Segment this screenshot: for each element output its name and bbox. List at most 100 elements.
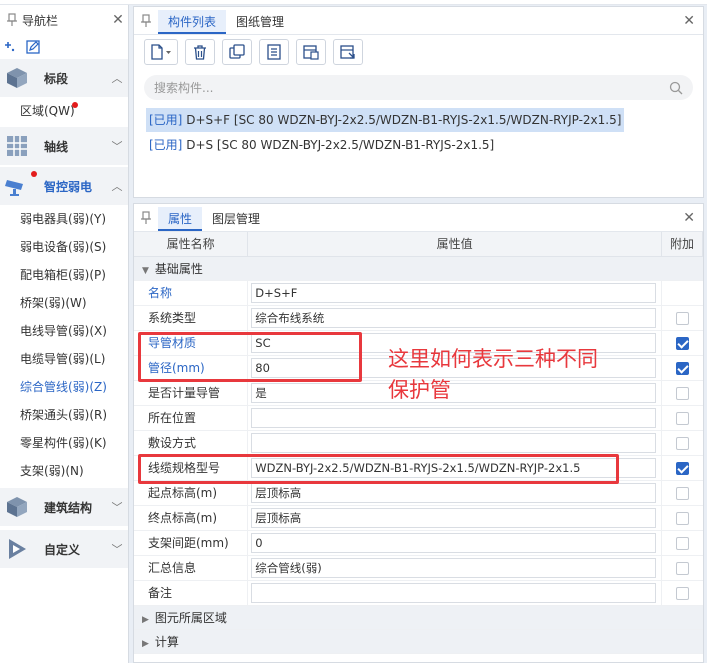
chevron-up-icon[interactable]: ︿ xyxy=(106,178,128,194)
import-icon xyxy=(340,45,355,59)
nav-section-biaoduan[interactable]: 标段 ︿ xyxy=(0,59,128,97)
list-item[interactable]: [已用] D+S [SC 80 WDZN-BYJ-2x2.5/WDZN-B1-R… xyxy=(146,133,497,157)
chevron-down-icon[interactable]: ﹀ xyxy=(106,541,128,557)
expand-triangle-icon[interactable]: ▶ xyxy=(142,639,149,649)
close-icon[interactable]: ✕ xyxy=(108,12,128,28)
pin-icon[interactable] xyxy=(140,211,152,225)
export-button[interactable] xyxy=(296,39,326,65)
search-icon[interactable] xyxy=(669,81,683,95)
group-row[interactable]: ▶ 计算 xyxy=(134,629,703,654)
nav-item[interactable]: 桥架通头(弱)(R) xyxy=(0,401,128,429)
nav-item-active[interactable]: 综合管线(弱)(Z) xyxy=(0,373,128,401)
expand-triangle-icon[interactable]: ▶ xyxy=(142,615,149,625)
search-input[interactable]: 搜索构件... xyxy=(154,79,669,96)
nav-item[interactable]: 电缆导管(弱)(L) xyxy=(0,345,128,373)
copy-button[interactable] xyxy=(222,39,252,65)
annotation-line: 这里如何表示三种不同 xyxy=(388,347,598,371)
nav-item[interactable]: 弱电器具(弱)(Y) xyxy=(0,205,128,233)
tab-drawing-manage[interactable]: 图纸管理 xyxy=(226,10,294,34)
highlight-box-cable-spec xyxy=(138,454,619,484)
property-value-input[interactable]: 层顶标高 xyxy=(251,482,657,503)
close-icon[interactable]: ✕ xyxy=(683,13,695,29)
component-search[interactable]: 搜索构件... xyxy=(144,75,693,100)
nav-item[interactable]: 支架(弱)(N) xyxy=(0,457,128,485)
camera-icon xyxy=(4,173,30,199)
list-item[interactable]: [已用] D+S+F [SC 80 WDZN-BYJ-2x2.5/WDZN-B1… xyxy=(146,108,625,132)
property-value-input[interactable]: D+S+F xyxy=(251,282,657,303)
chevron-up-icon[interactable]: ︿ xyxy=(106,70,128,86)
tab-component-list[interactable]: 构件列表 xyxy=(158,10,227,34)
properties-table: 属性名称 属性值 附加 ▼ 基础属性 名称 D+S+F 系统类型 综合布线系统 导… xyxy=(134,232,703,654)
attach-checkbox[interactable] xyxy=(675,461,689,475)
attach-checkbox[interactable] xyxy=(675,311,689,325)
property-value-input[interactable] xyxy=(251,432,657,453)
property-value-cell xyxy=(247,580,663,606)
attach-checkbox[interactable] xyxy=(675,411,689,425)
new-component-button[interactable] xyxy=(144,39,178,65)
chevron-down-icon[interactable]: ﹀ xyxy=(106,138,128,154)
attach-checkbox[interactable] xyxy=(675,336,689,350)
nav-section-building[interactable]: 建筑结构 ﹀ xyxy=(0,488,128,526)
attach-cell xyxy=(661,480,703,506)
nav-item-label: 区域(QW) xyxy=(20,104,75,118)
nav-section-custom[interactable]: 自定义 ﹀ xyxy=(0,530,128,568)
tab-layer-manage[interactable]: 图层管理 xyxy=(202,207,270,231)
nav-item[interactable]: 弱电设备(弱)(S) xyxy=(0,233,128,261)
attach-checkbox[interactable] xyxy=(675,511,689,525)
property-name: 敷设方式 xyxy=(134,430,249,456)
navigation-panel: 导航栏 ✕ 标段 ︿ 区域(QW) 轴线 ﹀ 智控弱电 ︿ 弱电器具(弱)(Y)… xyxy=(0,5,129,663)
attach-cell xyxy=(661,330,703,356)
property-value-input[interactable] xyxy=(251,407,657,428)
attach-checkbox[interactable] xyxy=(675,536,689,550)
property-name: 名称 xyxy=(134,280,249,306)
nav-item[interactable]: 零星构件(弱)(K) xyxy=(0,429,128,457)
property-row: 备注 xyxy=(134,580,703,606)
nav-item[interactable]: 桥架(弱)(W) xyxy=(0,289,128,317)
app-window: 导航栏 ✕ 标段 ︿ 区域(QW) 轴线 ﹀ 智控弱电 ︿ 弱电器具(弱)(Y)… xyxy=(0,0,707,663)
nav-section-smart-lowvoltage[interactable]: 智控弱电 ︿ xyxy=(0,167,128,205)
attach-checkbox[interactable] xyxy=(675,586,689,600)
property-value-cell: D+S+F xyxy=(247,280,663,306)
attach-checkbox[interactable] xyxy=(675,561,689,575)
group-row[interactable]: ▶ 图元所属区域 xyxy=(134,605,703,630)
close-icon[interactable]: ✕ xyxy=(683,210,695,226)
grid-icon xyxy=(4,133,30,159)
component-list: [已用] D+S+F [SC 80 WDZN-BYJ-2x2.5/WDZN-B1… xyxy=(134,100,703,157)
attach-checkbox[interactable] xyxy=(675,486,689,500)
add-icon[interactable] xyxy=(3,40,17,54)
edit-icon[interactable] xyxy=(25,39,41,55)
attach-checkbox[interactable] xyxy=(675,386,689,400)
nav-section-axis[interactable]: 轴线 ﹀ xyxy=(0,127,128,165)
column-header-extra: 附加 xyxy=(661,232,703,257)
list-button[interactable] xyxy=(259,39,289,65)
property-name: 备注 xyxy=(134,580,249,606)
cube-icon xyxy=(4,65,30,91)
pin-icon[interactable] xyxy=(140,14,152,28)
nav-item-region[interactable]: 区域(QW) xyxy=(0,97,128,125)
group-row-basic[interactable]: ▼ 基础属性 xyxy=(134,256,703,281)
import-button[interactable] xyxy=(333,39,363,65)
delete-button[interactable] xyxy=(185,39,215,65)
attach-checkbox[interactable] xyxy=(675,436,689,450)
nav-item[interactable]: 配电箱柜(弱)(P) xyxy=(0,261,128,289)
component-list-panel: 构件列表 图纸管理 ✕ 搜索构件... [已用] D+S+F [SC 80 WD… xyxy=(133,6,704,198)
property-value-input[interactable]: 综合布线系统 xyxy=(251,307,657,328)
pin-icon[interactable] xyxy=(6,13,18,27)
property-value-input[interactable] xyxy=(251,582,657,603)
nav-section-label: 轴线 xyxy=(44,139,69,154)
tab-properties[interactable]: 属性 xyxy=(158,207,203,231)
collapse-triangle-icon[interactable]: ▼ xyxy=(142,266,149,276)
new-file-icon xyxy=(151,44,171,60)
chevron-down-icon[interactable]: ﹀ xyxy=(106,499,128,515)
property-value-input[interactable]: 层顶标高 xyxy=(251,507,657,528)
property-value-cell: 综合管线(弱) xyxy=(247,555,663,581)
nav-toolbar xyxy=(0,35,128,59)
nav-section-label: 标段 xyxy=(44,71,69,86)
property-value-input[interactable]: 0 xyxy=(251,532,657,553)
property-row: 支架间距(mm) 0 xyxy=(134,530,703,556)
used-tag: [已用] xyxy=(149,138,183,152)
attach-cell xyxy=(661,580,703,606)
property-value-input[interactable]: 综合管线(弱) xyxy=(251,557,657,578)
attach-checkbox[interactable] xyxy=(675,361,689,375)
nav-item[interactable]: 电线导管(弱)(X) xyxy=(0,317,128,345)
